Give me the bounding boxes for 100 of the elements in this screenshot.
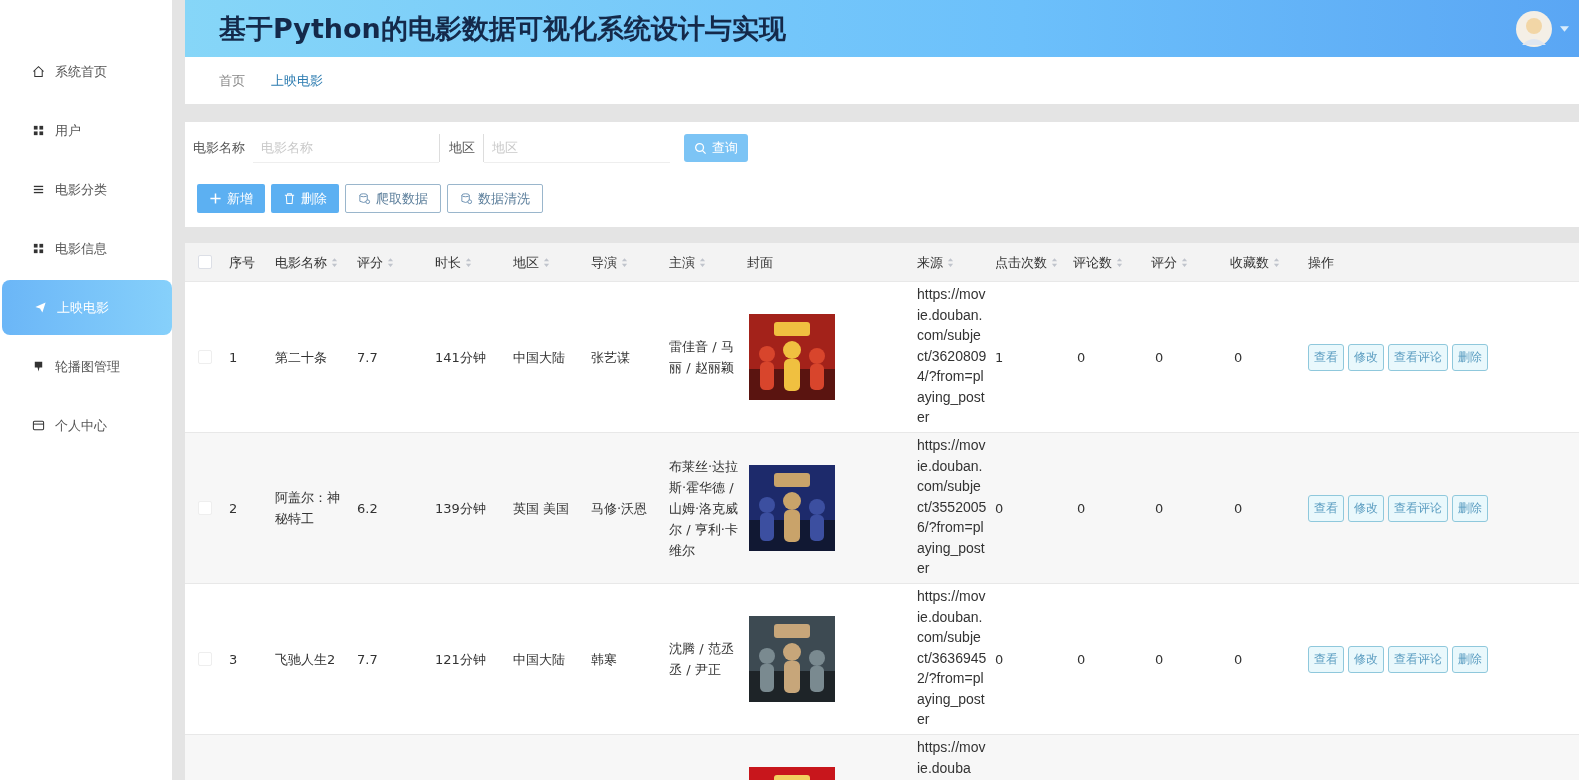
delete-button[interactable]: 删除 — [271, 184, 339, 213]
breadcrumb-link[interactable]: 首页 — [219, 71, 245, 90]
column-header: 操作 — [1308, 253, 1334, 272]
sort-icon[interactable] — [1116, 256, 1123, 268]
sort-icon[interactable] — [543, 256, 550, 268]
sidebar-item[interactable]: 上映电影 — [2, 280, 172, 335]
table-cell-text: 0 — [1155, 650, 1164, 669]
table-cell-text: 0 — [1155, 499, 1164, 518]
table-cell-text: 阿盖尔：神秘特工 — [275, 489, 341, 528]
search-button[interactable]: 查询 — [684, 134, 748, 162]
add-button[interactable]: 新增 — [197, 184, 265, 213]
sidebar-item[interactable]: 电影分类 — [0, 162, 172, 217]
table-cell-text: https://movie.douban.com/subject/35520056/?from=playing_poster — [917, 436, 987, 578]
table-cell-text: https://movie.douban.com/subject/36369452/?from=playing_poster — [917, 587, 987, 729]
table-cell-text: 飞驰人生2 — [275, 650, 336, 669]
table-cell-text: 英国 美国 — [513, 499, 570, 518]
sidebar-item[interactable]: 个人中心 — [0, 398, 172, 453]
search-icon — [694, 141, 707, 155]
caret-icon[interactable] — [1560, 25, 1569, 32]
table-cell-text: 0 — [995, 650, 1004, 669]
plus-icon — [209, 192, 222, 205]
table-cell-text: 布莱丝·达拉斯·霍华德 / 山姆·洛克威尔 / 亨利·卡维尔 — [669, 457, 739, 560]
column-header: 电影名称 — [275, 253, 327, 272]
sidebar-item[interactable]: 轮播图管理 — [0, 339, 172, 394]
database-icon — [358, 192, 371, 205]
sort-icon[interactable] — [699, 256, 706, 268]
column-header: 时长 — [435, 253, 461, 272]
table-cell-text: 3 — [229, 650, 238, 669]
action-button[interactable]: 修改 — [1348, 645, 1384, 673]
action-button[interactable]: 查看 — [1308, 645, 1344, 673]
sort-icon[interactable] — [1051, 256, 1058, 268]
table-cell-text: 0 — [1077, 650, 1086, 669]
action-button[interactable]: 查看 — [1308, 494, 1344, 522]
action-button[interactable]: 查看评论 — [1388, 494, 1448, 522]
column-header: 序号 — [229, 253, 255, 272]
action-button[interactable]: 删除 — [1452, 494, 1488, 522]
action-button[interactable]: 查看评论 — [1388, 343, 1448, 371]
table-cell-text: 0 — [1155, 348, 1164, 367]
sort-icon[interactable] — [387, 256, 394, 268]
table-cell-text: 第二十条 — [275, 348, 327, 367]
sidebar-item[interactable]: 系统首页 — [0, 44, 172, 99]
column-header: 评分 — [1151, 253, 1177, 272]
table-cell-text: 张艺谋 — [591, 348, 630, 367]
action-button[interactable]: 删除 — [1452, 343, 1488, 371]
card-icon — [32, 419, 45, 432]
pin-icon — [32, 360, 45, 373]
table-cell-text: 中国大陆 — [513, 348, 565, 367]
table-cell-text: 1 — [229, 348, 238, 367]
column-header: 收藏数 — [1230, 253, 1269, 272]
action-button[interactable]: 删除 — [1452, 645, 1488, 673]
action-button[interactable]: 查看评论 — [1388, 645, 1448, 673]
action-button[interactable]: 修改 — [1348, 494, 1384, 522]
table-cell-text: 139分钟 — [435, 499, 486, 518]
paper-plane-icon — [34, 301, 47, 314]
app-title: 基于Python的电影数据可视化系统设计与实现 — [219, 11, 786, 46]
sort-icon[interactable] — [465, 256, 472, 268]
sort-icon[interactable] — [1181, 256, 1188, 268]
column-header: 导演 — [591, 253, 617, 272]
checkbox[interactable] — [198, 255, 212, 269]
sidebar-item[interactable]: 电影信息 — [0, 221, 172, 276]
table-cell-text: 7.7 — [357, 348, 378, 367]
table-cell-text: 0 — [1077, 348, 1086, 367]
table-cell-text: https://movie.douba — [917, 738, 987, 778]
sort-icon[interactable] — [621, 256, 628, 268]
table-cell-text: 中国大陆 — [513, 650, 565, 669]
table-cell-text: 0 — [1234, 650, 1243, 669]
sidebar-item[interactable]: 用户 — [0, 103, 172, 158]
home-icon — [32, 65, 45, 78]
column-header: 点击次数 — [995, 253, 1047, 272]
table-cell-text: 雷佳音 / 马丽 / 赵丽颖 — [669, 338, 735, 377]
sort-icon[interactable] — [947, 256, 954, 268]
table-cell-text: 0 — [1234, 499, 1243, 518]
table-cell-text: 141分钟 — [435, 348, 486, 367]
sort-icon[interactable] — [1273, 256, 1280, 268]
table-cell-text: https://movie.douban.com/subject/36208094/?from=playing_poster — [917, 285, 987, 427]
column-header: 评论数 — [1073, 253, 1112, 272]
avatar-icon[interactable] — [1516, 10, 1552, 47]
action-button[interactable]: 查看 — [1308, 343, 1344, 371]
sort-icon[interactable] — [331, 256, 338, 268]
table-cell-text: 沈腾 / 范丞丞 / 尹正 — [669, 640, 735, 679]
trash-icon — [283, 192, 296, 205]
table-cell-text: 马修·沃恩 — [591, 499, 648, 518]
list-icon — [32, 183, 45, 196]
table-cell-text: 韩寒 — [591, 650, 617, 669]
table-cell-text: 7.7 — [357, 650, 378, 669]
column-header: 评分 — [357, 253, 383, 272]
table-cell-text: 2 — [229, 499, 238, 518]
action-button[interactable]: 修改 — [1348, 343, 1384, 371]
table-cell-text: 0 — [995, 499, 1004, 518]
column-header: 地区 — [513, 253, 539, 272]
field-label: 电影名称 — [193, 139, 246, 157]
breadcrumb-link[interactable]: 上映电影 — [271, 71, 323, 90]
crawl-button[interactable]: 爬取数据 — [345, 184, 441, 213]
column-header: 主演 — [669, 253, 695, 272]
table-cell-text: 121分钟 — [435, 650, 486, 669]
column-header: 来源 — [917, 253, 943, 272]
table-cell-text: 0 — [1234, 348, 1243, 367]
table-cell-text: 0 — [1077, 499, 1086, 518]
column-header: 封面 — [747, 253, 773, 272]
clean-button[interactable]: 数据清洗 — [447, 184, 543, 213]
